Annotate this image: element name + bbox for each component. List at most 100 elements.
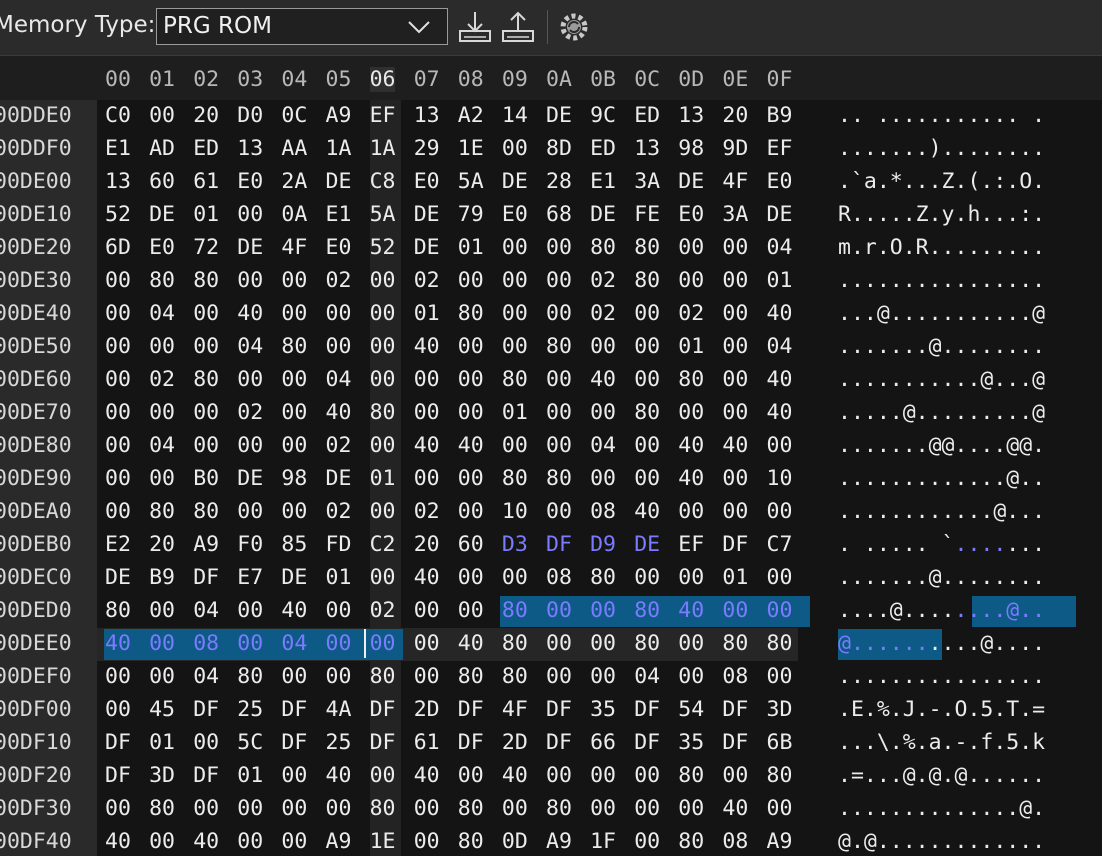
hex-byte[interactable]: 80	[458, 829, 484, 854]
hex-byte[interactable]: 40	[678, 433, 704, 458]
hex-byte[interactable]: 00	[546, 268, 572, 293]
hex-byte[interactable]: 00	[767, 433, 793, 458]
hex-byte[interactable]: 13	[237, 136, 263, 161]
hex-byte[interactable]: 00	[546, 433, 572, 458]
ascii-column[interactable]: .......@........	[838, 334, 1045, 359]
hex-byte[interactable]: 85	[281, 532, 307, 557]
hex-byte[interactable]: 20	[193, 103, 219, 128]
hex-byte[interactable]: DF	[546, 697, 572, 722]
hex-byte[interactable]: 02	[237, 400, 263, 425]
hex-byte[interactable]: 04	[767, 334, 793, 359]
hex-byte[interactable]: 80	[546, 334, 572, 359]
hex-byte[interactable]: 00	[326, 334, 352, 359]
hex-byte[interactable]: 02	[414, 499, 440, 524]
hex-byte[interactable]: 00	[370, 499, 396, 524]
hex-byte[interactable]: EF	[678, 532, 704, 557]
hex-byte[interactable]: 0D	[502, 829, 528, 854]
hex-byte[interactable]: 80	[678, 763, 704, 788]
hex-byte[interactable]: 00	[458, 598, 484, 623]
hex-byte[interactable]: 00	[458, 565, 484, 590]
hex-byte[interactable]: 6D	[105, 235, 131, 260]
hex-byte[interactable]: 00	[634, 466, 660, 491]
hex-byte[interactable]: 00	[767, 664, 793, 689]
hex-byte[interactable]: 0A	[281, 202, 307, 227]
hex-byte[interactable]: 00	[237, 202, 263, 227]
hex-byte[interactable]: 80	[722, 631, 748, 656]
hex-byte[interactable]: DE	[546, 103, 572, 128]
hex-byte[interactable]: 25	[237, 697, 263, 722]
hex-byte[interactable]: 00	[237, 631, 263, 656]
hex-byte[interactable]: 80	[502, 466, 528, 491]
hex-byte[interactable]: 00	[502, 433, 528, 458]
hex-byte[interactable]: DF	[193, 763, 219, 788]
hex-byte[interactable]: A9	[546, 829, 572, 854]
hex-byte[interactable]: 00	[458, 763, 484, 788]
hex-byte[interactable]: 02	[678, 301, 704, 326]
hex-byte[interactable]: 00	[546, 301, 572, 326]
hex-byte[interactable]: 6B	[767, 730, 793, 755]
hex-byte[interactable]: 00	[237, 598, 263, 623]
hex-byte[interactable]: 00	[281, 433, 307, 458]
ascii-column[interactable]: .`a.*...Z.(.:.O.	[838, 169, 1045, 194]
hex-byte[interactable]: 00	[105, 466, 131, 491]
hex-byte[interactable]: 00	[193, 433, 219, 458]
hex-byte[interactable]: A9	[767, 829, 793, 854]
hex-byte[interactable]: E1	[326, 202, 352, 227]
hex-byte[interactable]: 00	[193, 400, 219, 425]
hex-byte[interactable]: 00	[634, 763, 660, 788]
hex-byte[interactable]: 40	[722, 433, 748, 458]
hex-byte[interactable]: E2	[105, 532, 131, 557]
hex-byte[interactable]: 00	[722, 367, 748, 392]
hex-byte[interactable]: 5A	[458, 169, 484, 194]
hex-byte[interactable]: 00	[105, 334, 131, 359]
hex-byte[interactable]: 00	[767, 598, 793, 623]
hex-byte[interactable]: 52	[105, 202, 131, 227]
hex-byte[interactable]: 00	[149, 466, 175, 491]
hex-byte[interactable]: 00	[237, 829, 263, 854]
hex-byte[interactable]: 00	[722, 598, 748, 623]
hex-byte[interactable]: 00	[678, 235, 704, 260]
hex-byte[interactable]: DE	[281, 565, 307, 590]
hex-byte[interactable]: 1F	[590, 829, 616, 854]
ascii-column[interactable]: ................	[838, 268, 1045, 293]
hex-byte[interactable]: 3A	[722, 202, 748, 227]
hex-byte[interactable]: 10	[767, 466, 793, 491]
hex-byte[interactable]: 01	[722, 565, 748, 590]
hex-byte[interactable]: 00	[370, 301, 396, 326]
hex-byte[interactable]: 40	[590, 367, 616, 392]
hex-byte[interactable]: 0C	[281, 103, 307, 128]
hex-byte[interactable]: AD	[149, 136, 175, 161]
hex-byte[interactable]: 54	[678, 697, 704, 722]
hex-byte[interactable]: 80	[193, 367, 219, 392]
hex-byte[interactable]: 04	[149, 301, 175, 326]
hex-byte[interactable]: 10	[502, 499, 528, 524]
hex-byte[interactable]: 20	[722, 103, 748, 128]
hex-byte[interactable]: 80	[281, 334, 307, 359]
hex-byte[interactable]: DE	[237, 466, 263, 491]
ascii-column[interactable]: R.....Z.y.h...:.	[838, 202, 1045, 227]
hex-byte[interactable]: 02	[326, 268, 352, 293]
hex-byte[interactable]: 00	[634, 334, 660, 359]
hex-byte[interactable]: 20	[149, 532, 175, 557]
hex-byte[interactable]: 9D	[722, 136, 748, 161]
hex-byte[interactable]: DF	[281, 730, 307, 755]
hex-byte[interactable]: 80	[767, 763, 793, 788]
hex-byte[interactable]: 00	[678, 664, 704, 689]
hex-byte[interactable]: 01	[414, 301, 440, 326]
hex-byte[interactable]: 40	[414, 763, 440, 788]
ascii-column[interactable]: ...\.%.a.-.f.5.k	[838, 730, 1045, 755]
hex-byte[interactable]: 60	[149, 169, 175, 194]
hex-byte[interactable]: 40	[414, 334, 440, 359]
hex-byte[interactable]: 80	[590, 565, 616, 590]
hex-byte[interactable]: 13	[634, 136, 660, 161]
hex-byte[interactable]: 00	[414, 796, 440, 821]
hex-byte[interactable]: DF	[458, 697, 484, 722]
hex-byte[interactable]: DF	[634, 697, 660, 722]
hex-byte[interactable]: 00	[326, 598, 352, 623]
hex-byte[interactable]: 00	[193, 301, 219, 326]
hex-byte[interactable]: DF	[370, 697, 396, 722]
hex-byte[interactable]: 9C	[590, 103, 616, 128]
hex-byte[interactable]: 01	[458, 235, 484, 260]
hex-byte[interactable]: 00	[722, 334, 748, 359]
hex-byte[interactable]: 00	[502, 235, 528, 260]
